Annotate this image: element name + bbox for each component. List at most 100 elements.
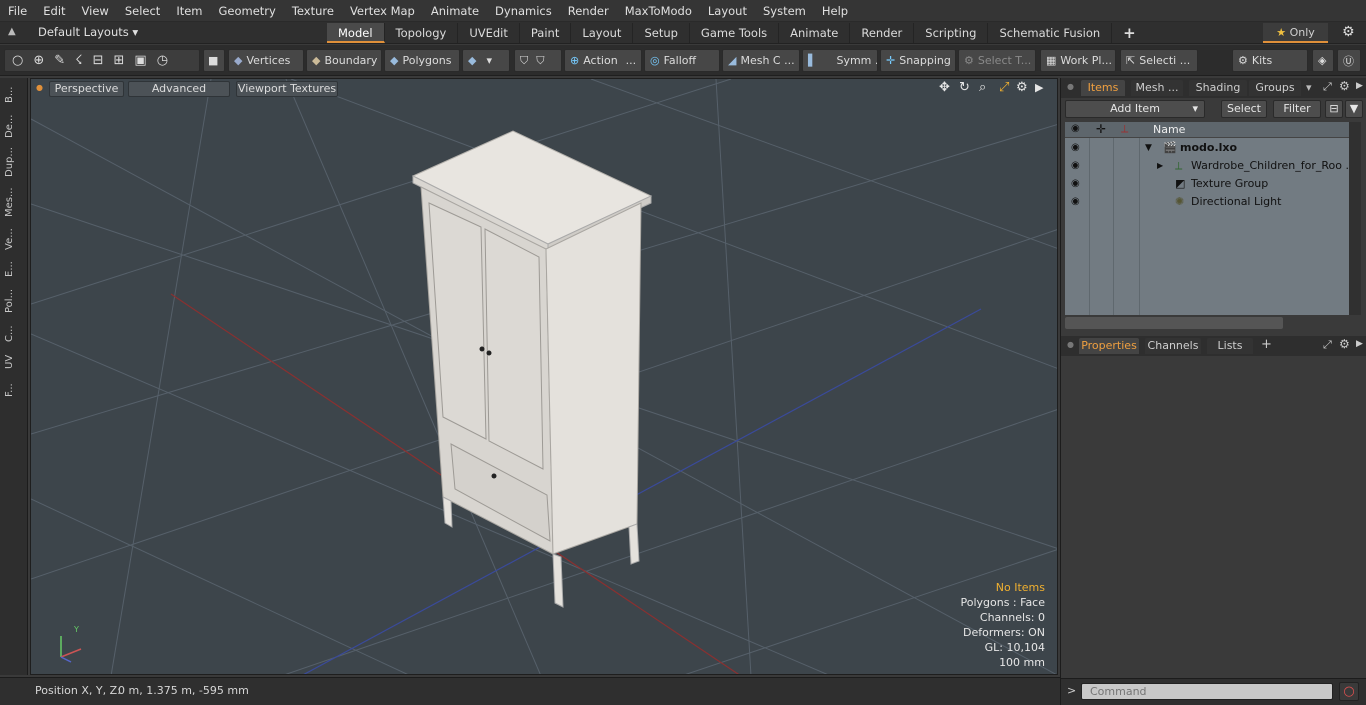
expand-arrow-icon[interactable]: ▶ <box>1157 157 1163 175</box>
panel-gear-icon[interactable]: ⚙ <box>1339 337 1350 351</box>
viewport-scene[interactable]: Y <box>31 79 1058 675</box>
items-scrollbar[interactable] <box>1349 122 1361 315</box>
timer-icon[interactable]: ◷ <box>157 53 168 68</box>
perspective-button[interactable]: Perspective <box>49 81 124 97</box>
left-tab-duplicate[interactable]: Dup... <box>4 144 22 180</box>
add-item-button[interactable]: Add Item ▾ <box>1065 100 1205 118</box>
panel-menu-arrow-icon[interactable]: ▶ <box>1356 339 1363 349</box>
wardrobe-model[interactable] <box>411 130 653 608</box>
left-tab-deform[interactable]: De... <box>4 110 22 142</box>
tab-paint[interactable]: Paint <box>520 23 572 43</box>
list-item-directional-light[interactable]: ◉ ✺ Directional Light <box>1065 193 1349 211</box>
tab-layout[interactable]: Layout <box>571 23 634 43</box>
menu-system[interactable]: System <box>755 0 814 22</box>
visibility-eye-icon[interactable]: ◉ <box>1071 157 1083 175</box>
list-item-scene[interactable]: ◉ ▼ 🎬 modo.lxo <box>1065 139 1349 157</box>
snapping-button[interactable]: ✛ Snapping <box>880 49 956 72</box>
tab-lists[interactable]: Lists <box>1207 338 1253 354</box>
record-macro-icon[interactable]: ○ <box>1339 682 1359 701</box>
circle-select-icon[interactable]: ○ <box>12 53 23 68</box>
tab-render[interactable]: Render <box>850 23 915 43</box>
select-button[interactable]: Select <box>1221 100 1267 118</box>
render-column-icon[interactable]: ⟂ <box>1121 122 1128 136</box>
menu-help[interactable]: Help <box>814 0 856 22</box>
zoom-view-icon[interactable]: ⌕ <box>979 80 986 95</box>
material-mode-button[interactable]: ◆ ▾ <box>462 49 510 72</box>
frame-icon[interactable]: ▣ <box>134 53 146 68</box>
vertices-button[interactable]: ◆ Vertices <box>228 49 304 72</box>
tab-schematic-fusion[interactable]: Schematic Fusion <box>988 23 1113 43</box>
kits-button[interactable]: ⚙ Kits <box>1232 49 1308 72</box>
advanced-button[interactable]: Advanced <box>128 81 230 97</box>
unreal-icon[interactable]: Ⓤ <box>1337 49 1361 72</box>
funnel-filter-icon[interactable]: ▼ <box>1345 100 1363 118</box>
menu-animate[interactable]: Animate <box>423 0 487 22</box>
filter-button[interactable]: Filter <box>1273 100 1321 118</box>
tab-setup[interactable]: Setup <box>633 23 690 43</box>
panel-dot-icon[interactable]: ● <box>1067 82 1074 91</box>
collapse-list-icon[interactable]: ⊟ <box>1325 100 1343 118</box>
menu-edit[interactable]: Edit <box>35 0 73 22</box>
tab-mesh[interactable]: Mesh ... <box>1131 80 1183 96</box>
menu-layout[interactable]: Layout <box>700 0 755 22</box>
tab-items[interactable]: Items <box>1081 80 1125 96</box>
action-button[interactable]: ⊕ Action... <box>564 49 642 72</box>
menu-dynamics[interactable]: Dynamics <box>487 0 560 22</box>
panel-menu-arrow-icon[interactable]: ▶ <box>1356 81 1363 91</box>
only-toggle[interactable]: ★ Only <box>1263 23 1328 43</box>
layout-selector[interactable]: Default Layouts ▾ <box>38 25 138 39</box>
left-tab-edge[interactable]: E... <box>4 256 22 282</box>
unity-icon[interactable]: ◈ <box>1312 49 1334 72</box>
menu-item[interactable]: Item <box>168 0 210 22</box>
work-plane-button[interactable]: ▦ Work Pl... <box>1040 49 1116 72</box>
chevron-down-icon[interactable]: ▾ <box>1306 81 1312 94</box>
lasso-icon[interactable]: ☇ <box>75 53 82 68</box>
left-tab-uv[interactable]: UV <box>4 350 22 374</box>
menu-maxtomodo[interactable]: MaxToModo <box>617 0 700 22</box>
name-column-header[interactable]: Name <box>1153 123 1185 136</box>
tab-uvedit[interactable]: UVEdit <box>458 23 520 43</box>
expand-panel-icon[interactable]: ⤢ <box>1323 338 1332 352</box>
tab-animate[interactable]: Animate <box>779 23 851 43</box>
tab-shading[interactable]: Shading <box>1189 80 1247 96</box>
left-tab-basic[interactable]: B... <box>4 82 22 108</box>
tab-groups[interactable]: Groups <box>1249 80 1301 96</box>
layout-lock-icon[interactable]: ▲ <box>8 26 16 37</box>
tab-properties[interactable]: Properties <box>1079 338 1139 354</box>
tab-game-tools[interactable]: Game Tools <box>690 23 780 43</box>
menu-file[interactable]: File <box>0 0 35 22</box>
visibility-eye-icon[interactable]: ◉ <box>1071 193 1083 211</box>
3d-viewport[interactable]: Y ● Perspective Advanced Viewport Textur… <box>30 78 1058 675</box>
maximize-view-icon[interactable]: ⤢ <box>999 80 1009 95</box>
items-horizontal-scrollbar[interactable] <box>1065 317 1283 329</box>
viewport-textures-button[interactable]: Viewport Textures <box>236 81 338 97</box>
visibility-eye-icon[interactable]: ◉ <box>1071 139 1083 157</box>
command-input[interactable] <box>1081 683 1333 700</box>
move-view-icon[interactable]: ✥ <box>939 80 950 95</box>
transform-icon[interactable]: ⊞ <box>114 53 125 68</box>
menu-select[interactable]: Select <box>117 0 168 22</box>
polygons-button[interactable]: ◆ Polygons <box>384 49 460 72</box>
list-item-mesh[interactable]: ◉ ▶ ⟂ Wardrobe_Children_for_Roo ... <box>1065 157 1356 175</box>
add-tab-icon[interactable]: + <box>1112 23 1147 43</box>
symmetry-button[interactable]: ▌ Symm ... <box>802 49 878 72</box>
select-through-button[interactable]: ⚙ Select T... <box>958 49 1036 72</box>
visibility-eye-icon[interactable]: ◉ <box>1071 175 1083 193</box>
expand-panel-icon[interactable]: ⤢ <box>1323 80 1332 94</box>
tab-model[interactable]: Model <box>327 23 385 43</box>
tab-channels[interactable]: Channels <box>1145 338 1201 354</box>
menu-texture[interactable]: Texture <box>284 0 342 22</box>
panel-gear-icon[interactable]: ⚙ <box>1339 79 1350 93</box>
tab-topology[interactable]: Topology <box>385 23 459 43</box>
expand-arrow-icon[interactable]: ▼ <box>1145 139 1152 157</box>
left-tab-fusion[interactable]: F... <box>4 376 22 404</box>
left-tab-mesh-edit[interactable]: Mes... <box>4 182 22 222</box>
falloff-button[interactable]: ◎ Falloff <box>644 49 720 72</box>
visibility-column-icon[interactable]: ◉ <box>1071 123 1080 134</box>
rotate-view-icon[interactable]: ↻ <box>959 80 970 95</box>
list-item-texture-group[interactable]: ◉ ◩ Texture Group <box>1065 175 1349 193</box>
settings-gear-icon[interactable]: ⚙ <box>1342 24 1355 40</box>
menu-view[interactable]: View <box>74 0 117 22</box>
action-center-icons[interactable]: ⛉ ⛉ <box>514 49 562 72</box>
add-tab-icon[interactable]: + <box>1261 337 1272 352</box>
